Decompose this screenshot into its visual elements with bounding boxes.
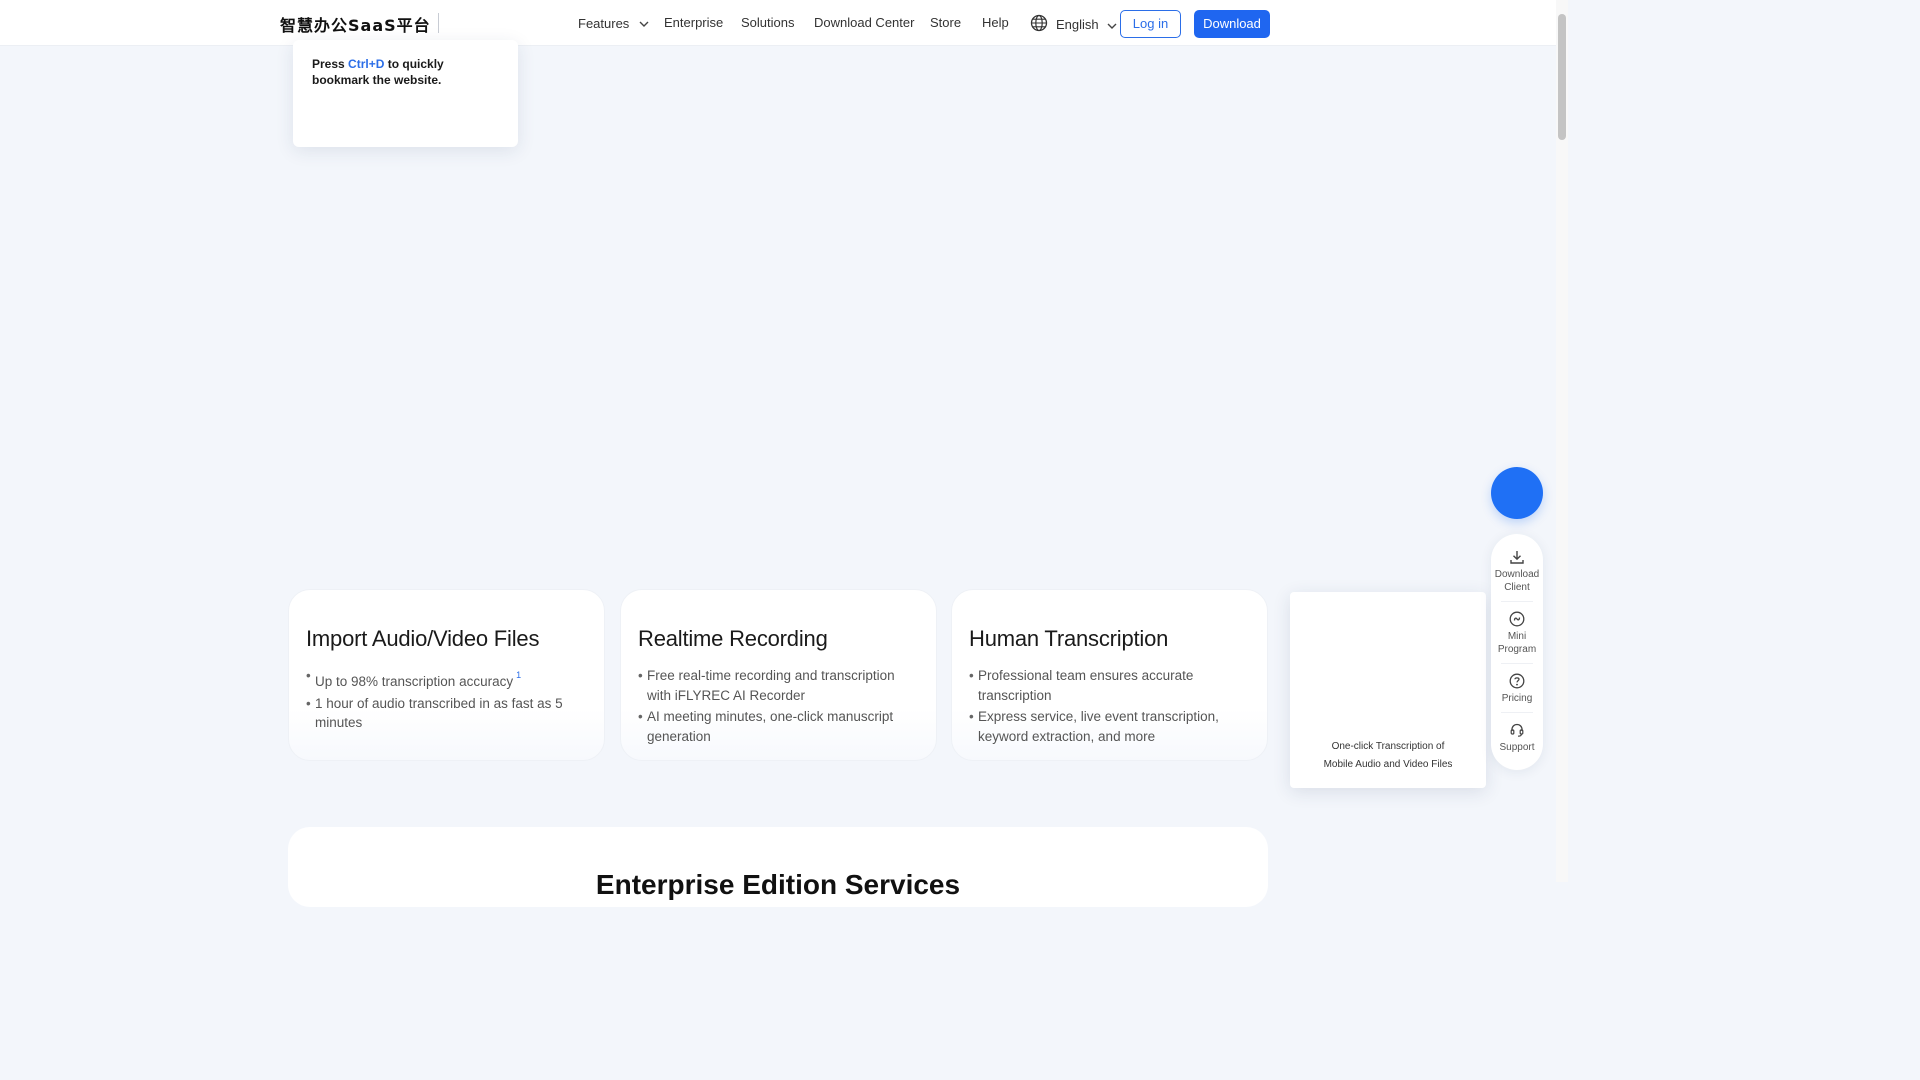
nav-help[interactable]: Help	[982, 15, 1009, 30]
side-label: Support	[1499, 742, 1535, 753]
nav-features-label: Features	[578, 16, 630, 31]
card-bullet: Up to 98% transcription accuracy1	[306, 666, 588, 692]
chat-assistant-button[interactable]	[1491, 467, 1543, 519]
top-header: 智慧办公SaaS平台 Features Enterprise Solutions…	[0, 0, 1556, 46]
qr-caption-line2: Mobile Audio and Video Files	[1323, 759, 1453, 770]
site-logo[interactable]: 智慧办公SaaS平台	[280, 12, 431, 36]
question-circle-icon	[1491, 673, 1543, 689]
nav-enterprise[interactable]: Enterprise	[664, 15, 723, 30]
globe-icon	[1030, 14, 1048, 35]
card-bullet: 1 hour of audio transcribed in as fast a…	[306, 694, 588, 733]
divider	[1501, 712, 1533, 713]
card-bullet: Express service, live event transcriptio…	[969, 707, 1251, 746]
side-label: Pricing	[1501, 693, 1533, 704]
qr-caption-line1: One-click Transcription of	[1331, 741, 1445, 752]
download-icon	[1491, 549, 1543, 565]
section-title: Enterprise Edition Services	[595, 869, 961, 900]
mini-program-icon	[1491, 611, 1543, 627]
side-label: Program	[1497, 644, 1537, 655]
divider	[1501, 663, 1533, 664]
divider	[1501, 601, 1533, 602]
card-bullet: Professional team ensures accurate trans…	[969, 666, 1251, 705]
language-selector[interactable]: English	[1030, 14, 1117, 35]
nav-store[interactable]: Store	[930, 15, 961, 30]
nav-download-center[interactable]: Download Center	[814, 15, 914, 30]
card-title: Realtime Recording	[638, 626, 828, 651]
card-bullet: AI meeting minutes, one-click manuscript…	[638, 707, 920, 746]
login-button[interactable]: Log in	[1120, 10, 1181, 38]
side-label: Download	[1494, 569, 1540, 580]
side-label: Client	[1504, 582, 1530, 593]
footnote-marker[interactable]: 1	[516, 670, 521, 680]
bookmark-tooltip: Press Ctrl+D to quickly bookmark the web…	[293, 40, 518, 147]
chevron-down-icon	[639, 15, 649, 30]
side-pricing[interactable]: Pricing	[1491, 673, 1543, 705]
side-download-client[interactable]: Download Client	[1491, 549, 1543, 594]
download-button[interactable]: Download	[1194, 10, 1270, 38]
nav-solutions[interactable]: Solutions	[741, 15, 794, 30]
card-bullet: Free real-time recording and transcripti…	[638, 666, 920, 705]
card-realtime-recording[interactable]: Realtime Recording Free real-time record…	[620, 589, 937, 761]
side-mini-program[interactable]: Mini Program	[1491, 611, 1543, 656]
chevron-down-icon	[1107, 17, 1117, 32]
qr-caption: One-click Transcription of Mobile Audio …	[1290, 738, 1486, 774]
card-title: Import Audio/Video Files	[306, 626, 540, 651]
side-label: Mini	[1507, 631, 1527, 642]
mini-program-qr-popover: One-click Transcription of Mobile Audio …	[1290, 592, 1486, 788]
logo-divider	[438, 13, 439, 33]
language-label: English	[1056, 17, 1099, 32]
side-support[interactable]: Support	[1491, 722, 1543, 754]
side-toolbar: Download Client Mini Program Pricing Sup…	[1491, 534, 1543, 770]
nav-features[interactable]: Features	[578, 15, 649, 31]
shortcut-key: Ctrl+D	[348, 57, 385, 71]
scrollbar-thumb[interactable]	[1558, 14, 1566, 140]
card-human-transcription[interactable]: Human Transcription Professional team en…	[951, 589, 1268, 761]
tooltip-prefix: Press	[312, 57, 349, 71]
headset-icon	[1491, 722, 1543, 738]
enterprise-section: Enterprise Edition Services	[288, 827, 1268, 907]
card-import-files[interactable]: Import Audio/Video Files Up to 98% trans…	[288, 589, 605, 761]
card-title: Human Transcription	[969, 626, 1169, 651]
